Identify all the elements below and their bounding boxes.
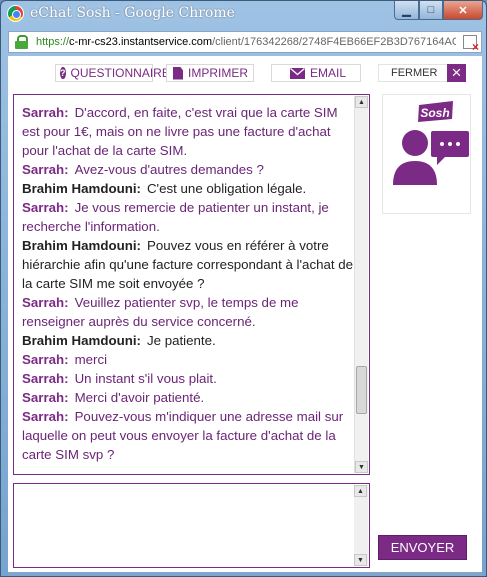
scroll-down-arrow-icon[interactable]: ▼ [355, 461, 368, 473]
email-label: EMAIL [310, 66, 347, 80]
chat-message: Brahim Hamdouni: Pouvez vous en référer à… [22, 236, 356, 293]
close-window-button[interactable]: ✕ [443, 1, 483, 20]
print-label: IMPRIMER [188, 66, 248, 80]
send-label: ENVOYER [390, 540, 455, 555]
lock-icon [14, 35, 30, 49]
email-button[interactable]: EMAIL [271, 64, 361, 82]
minimize-icon: ▁ [402, 4, 411, 17]
chat-message: Sarrah: Je vous remercie de patienter un … [22, 198, 356, 236]
input-scrollbar[interactable]: ▲ ▼ [354, 485, 368, 566]
questionnaire-label: QUESTIONNAIRE [70, 66, 170, 80]
chat-message: Brahim Hamdouni: Je patiente. [22, 331, 356, 350]
message-text: Avez-vous d'autres demandes ? [74, 162, 264, 177]
message-speaker: Brahim Hamdouni: [22, 333, 141, 348]
message-text: C'est une obligation légale. [146, 181, 307, 196]
message-text: Un instant s'il vous plait. [74, 371, 217, 386]
url-host: c-mr-cs23.instantservice.com [69, 36, 213, 48]
chat-message: Sarrah: merci [22, 350, 356, 369]
sosh-agent-icon: Sosh [393, 101, 469, 185]
chat-message: Sarrah: Avez-vous d'autres demandes ? [22, 160, 356, 179]
message-speaker: Brahim Hamdouni: [22, 238, 141, 253]
message-text: merci [74, 352, 108, 367]
scroll-thumb[interactable] [356, 366, 367, 414]
chat-message: Sarrah: Veuillez patienter svp, le temps … [22, 293, 356, 331]
message-list: Sarrah: D'accord, en faite, c'est vrai qu… [22, 103, 356, 464]
chat-message: Sarrah: Merci d'avoir patienté. [22, 388, 356, 407]
document-icon [173, 66, 183, 80]
question-icon: ? [60, 67, 66, 79]
message-text: Pouvez-vous m'indiquer une adresse mail … [22, 409, 344, 462]
title-bar[interactable]: eChat Sosh - Google Chrome ▁ □ ✕ [1, 1, 486, 27]
browser-window: eChat Sosh - Google Chrome ▁ □ ✕ https:/… [0, 0, 487, 577]
message-speaker: Sarrah: [22, 200, 69, 215]
url-text[interactable]: https://c-mr-cs23.instantservice.com/cli… [36, 36, 456, 48]
chrome-icon [7, 5, 24, 22]
message-text: Je patiente. [146, 333, 216, 348]
transcript-scrollbar[interactable]: ▲ ▼ [354, 96, 368, 473]
close-x-icon: × [451, 63, 462, 82]
close-icon: ✕ [458, 4, 468, 17]
maximize-icon: □ [427, 4, 435, 16]
window-title: eChat Sosh - Google Chrome [30, 5, 235, 21]
chat-transcript[interactable]: Sarrah: D'accord, en faite, c'est vrai qu… [13, 94, 370, 475]
url-path: /client/176342268/2748F4EB66EF2B3D767164… [212, 36, 456, 48]
chat-message: Sarrah: Pouvez-vous m'indiquer une adress… [22, 407, 356, 464]
message-text: Merci d'avoir patienté. [74, 390, 205, 405]
chat-message: Sarrah: Un instant s'il vous plait. [22, 369, 356, 388]
message-speaker: Sarrah: [22, 162, 69, 177]
questionnaire-button[interactable]: ? QUESTIONNAIRE [55, 64, 170, 82]
maximize-button[interactable]: □ [419, 1, 443, 20]
chat-message: Brahim Hamdouni: C'est une obligation lég… [22, 179, 356, 198]
message-speaker: Sarrah: [22, 295, 69, 310]
message-input[interactable] [16, 486, 350, 565]
message-speaker: Sarrah: [22, 390, 69, 405]
close-chat-x-button[interactable]: × [447, 64, 466, 82]
input-scroll-up-icon[interactable]: ▲ [354, 485, 367, 497]
message-speaker: Sarrah: [22, 371, 69, 386]
print-button[interactable]: IMPRIMER [166, 64, 254, 82]
message-text: D'accord, en faite, c'est vrai que la ca… [22, 105, 338, 158]
sosh-logo-panel: Sosh [382, 94, 471, 214]
address-bar[interactable]: https://c-mr-cs23.instantservice.com/cli… [8, 31, 482, 54]
chat-page: ? QUESTIONNAIRE IMPRIMER EMAIL FERMER × … [8, 56, 482, 572]
envelope-icon [290, 67, 305, 79]
close-chat-button[interactable]: FERMER [378, 64, 458, 82]
message-speaker: Sarrah: [22, 352, 69, 367]
window-bottom-border [8, 572, 482, 576]
url-scheme: https:// [36, 36, 70, 48]
message-input-box[interactable]: ▲ ▼ [13, 483, 370, 568]
message-speaker: Sarrah: [22, 105, 69, 120]
sosh-logo-text: Sosh [420, 106, 449, 120]
blocked-page-icon[interactable] [463, 35, 479, 54]
close-chat-label: FERMER [391, 67, 438, 79]
chat-message: Sarrah: D'accord, en faite, c'est vrai qu… [22, 103, 356, 160]
message-speaker: Brahim Hamdouni: [22, 181, 141, 196]
input-scroll-down-icon[interactable]: ▼ [354, 554, 367, 566]
message-speaker: Sarrah: [22, 409, 69, 424]
minimize-button[interactable]: ▁ [394, 1, 419, 20]
scroll-up-arrow-icon[interactable]: ▲ [355, 96, 368, 108]
send-button[interactable]: ENVOYER [378, 535, 467, 560]
